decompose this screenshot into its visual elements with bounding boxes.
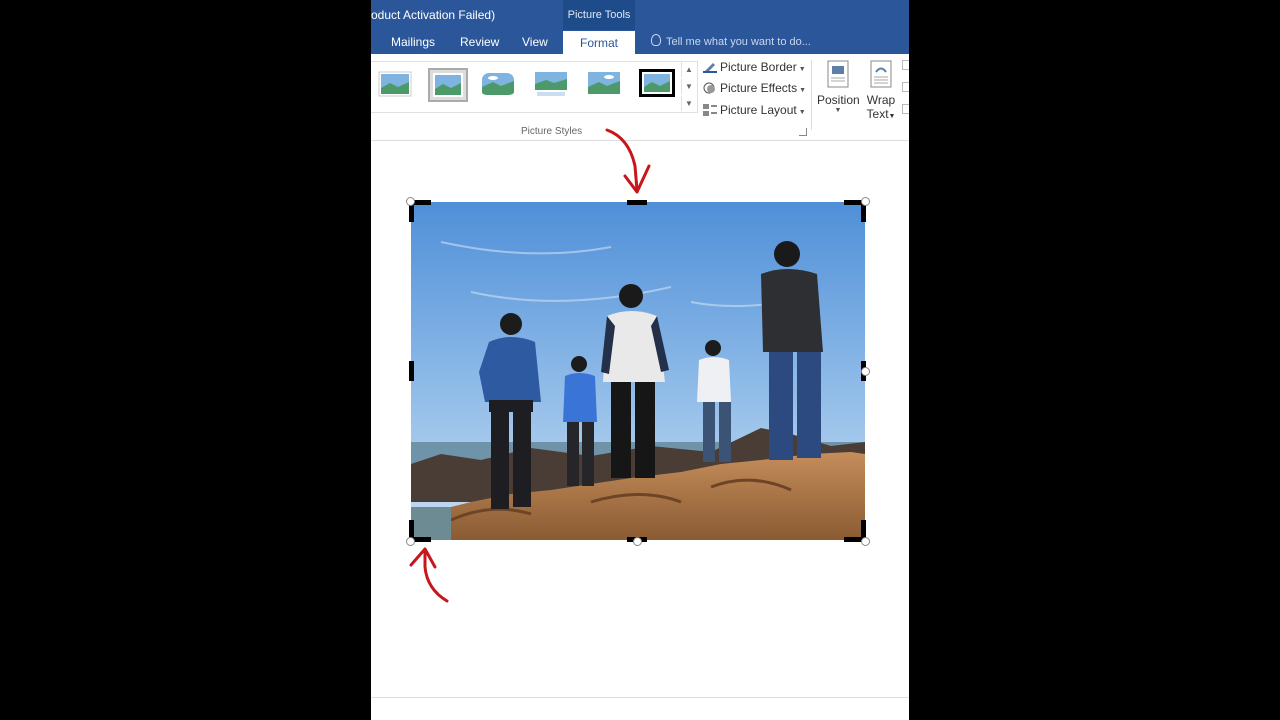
picture-effects-button[interactable]: Picture Effects ▼ (703, 78, 806, 98)
picture-style-thumb-5[interactable] (587, 70, 621, 98)
chevron-down-icon: ▼ (834, 107, 842, 114)
window-title: oduct Activation Failed) (371, 8, 496, 22)
effects-icon (703, 80, 717, 94)
position-icon (827, 60, 849, 88)
picture-layout-label: Picture Layout (720, 103, 797, 117)
word-window: oduct Activation Failed) Picture Tools M… (371, 0, 909, 720)
document-photo[interactable] (411, 202, 865, 540)
annotation-arrow-down-icon (605, 128, 651, 194)
picture-styles-group-label: Picture Styles (521, 126, 583, 137)
position-button[interactable]: Position ▼ (817, 60, 860, 114)
chevron-down-icon: ▼ (888, 113, 896, 120)
resize-handle-top-right[interactable] (861, 197, 870, 206)
gallery-scroll-down[interactable]: ▼ (681, 79, 696, 94)
resize-handle-bottom[interactable] (633, 537, 642, 546)
gallery-more[interactable]: ▼ (681, 96, 696, 111)
picture-style-thumb-2[interactable] (428, 68, 468, 102)
picture-style-thumb-4[interactable] (534, 70, 568, 98)
tab-mailings[interactable]: Mailings (391, 30, 435, 54)
resize-handle-bottom-right[interactable] (861, 537, 870, 546)
wrap-text-button[interactable]: Wrap Text▼ (864, 60, 898, 124)
picture-style-thumb-1[interactable] (378, 70, 412, 98)
tell-me-search[interactable]: Tell me what you want to do... (651, 30, 811, 54)
resize-handle-top-left[interactable] (406, 197, 415, 206)
tell-me-placeholder: Tell me what you want to do... (666, 36, 811, 48)
chevron-down-icon: ▼ (799, 87, 807, 94)
picture-style-thumb-6[interactable] (638, 68, 676, 98)
crop-handle-top[interactable] (627, 200, 647, 205)
position-label: Position (817, 93, 860, 107)
layout-icon (703, 102, 717, 116)
selection-pane-icon[interactable] (902, 104, 909, 114)
chevron-down-icon: ▼ (798, 66, 806, 73)
ribbon-tabs: Mailings Review View Format Tell me what… (371, 30, 909, 54)
tab-review[interactable]: Review (460, 30, 499, 54)
picture-layout-button[interactable]: Picture Layout ▼ (703, 100, 806, 120)
picture-effects-label: Picture Effects (720, 81, 798, 95)
tab-format[interactable]: Format (563, 31, 635, 54)
dialog-launcher-icon[interactable] (799, 128, 807, 136)
wrap-label-line2: Text (866, 107, 889, 121)
person-5 (761, 241, 823, 460)
tab-view[interactable]: View (522, 30, 548, 54)
chevron-down-icon: ▼ (798, 109, 806, 116)
crop-handle-left[interactable] (409, 361, 414, 381)
resize-handle-right[interactable] (861, 367, 870, 376)
picture-tools-context-label: Picture Tools (563, 0, 635, 30)
wrap-text-icon (870, 60, 892, 88)
wrap-label-line1: Wrap (866, 93, 896, 107)
lightbulb-icon (651, 34, 661, 46)
picture-border-label: Picture Border (720, 60, 797, 74)
group-separator (811, 60, 812, 130)
picture-border-button[interactable]: Picture Border ▼ (703, 57, 806, 77)
send-backward-icon[interactable] (902, 82, 909, 92)
title-bar: oduct Activation Failed) Picture Tools (371, 0, 909, 30)
bring-forward-icon[interactable] (902, 60, 909, 70)
page-bottom-border (371, 697, 909, 698)
pencil-icon (703, 59, 717, 73)
picture-styles-gallery: ▲ ▼ ▼ (371, 61, 698, 113)
picture-style-thumb-3[interactable] (481, 70, 515, 98)
gallery-scroll-up[interactable]: ▲ (681, 62, 696, 77)
annotation-arrow-up-icon (409, 547, 449, 603)
